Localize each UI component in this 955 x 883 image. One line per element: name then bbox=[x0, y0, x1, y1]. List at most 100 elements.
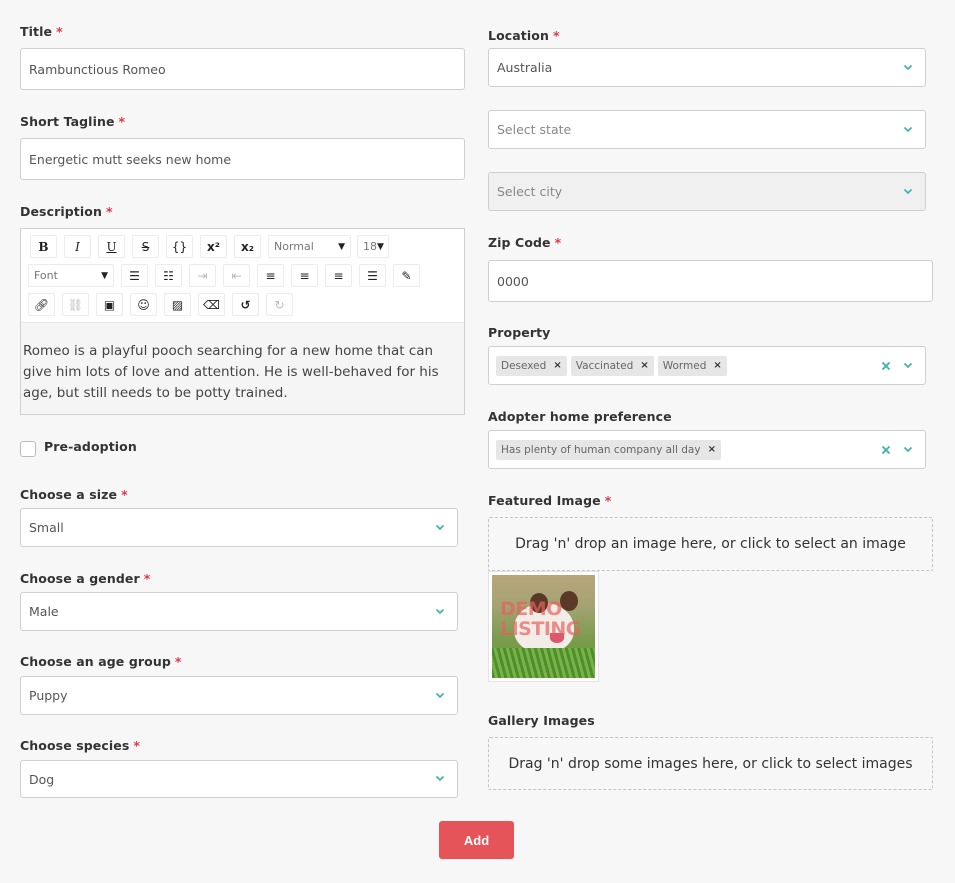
unlink-icon: ⛓ bbox=[67, 297, 84, 312]
species-label: Choose species * bbox=[20, 738, 141, 753]
chevron-down-icon[interactable] bbox=[903, 360, 913, 370]
property-multiselect[interactable]: Desexed × Vaccinated × Wormed × bbox=[488, 346, 926, 385]
remove-tag-icon[interactable]: × bbox=[553, 360, 561, 371]
chevron-down-icon bbox=[435, 690, 445, 700]
redo-button[interactable]: ↻ bbox=[266, 293, 293, 316]
pre-adoption-checkbox[interactable] bbox=[20, 441, 36, 457]
indent-button[interactable]: ⇥ bbox=[189, 264, 216, 287]
gender-select[interactable]: Male bbox=[20, 592, 458, 631]
align-left-icon: ≡ bbox=[265, 268, 276, 283]
chevron-down-icon bbox=[903, 124, 913, 134]
species-select[interactable]: Dog bbox=[20, 760, 458, 798]
add-button[interactable]: Add bbox=[439, 821, 514, 859]
puppy-image: DEMO LISTING bbox=[492, 575, 595, 678]
remove-tag-icon[interactable]: × bbox=[640, 360, 648, 371]
image-icon: ▨ bbox=[171, 297, 184, 312]
size-label: Choose a size * bbox=[20, 487, 128, 502]
color-picker-button[interactable]: ✎ bbox=[393, 264, 420, 287]
country-select[interactable]: Australia bbox=[488, 48, 926, 87]
gallery-images-label: Gallery Images bbox=[488, 713, 595, 728]
bold-button[interactable]: B bbox=[30, 235, 57, 258]
emoji-button[interactable]: ☺ bbox=[130, 293, 157, 316]
remove-tag-icon[interactable]: × bbox=[708, 444, 716, 455]
age-group-label: Choose an age group * bbox=[20, 654, 182, 669]
remove-format-button[interactable]: ⌫ bbox=[198, 293, 225, 316]
zip-label: Zip Code * bbox=[488, 235, 562, 250]
align-center-icon: ≡ bbox=[299, 268, 310, 283]
featured-image-label: Featured Image * bbox=[488, 493, 612, 508]
featured-image-dropzone[interactable]: Drag 'n' drop an image here, or click to… bbox=[488, 517, 933, 571]
outdent-button[interactable]: ⇤ bbox=[223, 264, 250, 287]
block-format-dropdown[interactable]: Normal ▼ bbox=[268, 235, 351, 258]
remove-tag-icon[interactable]: × bbox=[713, 360, 721, 371]
link-icon: 🔗︎ bbox=[33, 297, 50, 312]
undo-icon: ↺ bbox=[240, 297, 251, 312]
font-size-dropdown[interactable]: 18 ▼ bbox=[357, 235, 389, 258]
property-label: Property bbox=[488, 325, 551, 340]
embed-icon: ▣ bbox=[103, 297, 116, 312]
editor-toolbar: B I U S {} x² x₂ Normal ▼ 18 ▼ Font ▼ ☰ ☷ ⇥… bbox=[21, 229, 464, 323]
chevron-down-icon bbox=[435, 773, 445, 783]
property-tag: Wormed × bbox=[657, 355, 727, 376]
indent-icon: ⇥ bbox=[197, 268, 208, 283]
redo-icon: ↻ bbox=[274, 297, 285, 312]
gallery-images-dropzone[interactable]: Drag 'n' drop some images here, or click… bbox=[488, 737, 933, 790]
ordered-list-button[interactable]: ☷ bbox=[155, 264, 182, 287]
clear-icon[interactable] bbox=[881, 361, 891, 371]
state-select[interactable]: Select state bbox=[488, 110, 926, 149]
unlink-button[interactable]: ⛓ bbox=[62, 293, 89, 316]
underline-button[interactable]: U bbox=[98, 235, 125, 258]
location-label: Location * bbox=[488, 28, 560, 43]
size-select[interactable]: Small bbox=[20, 508, 458, 547]
chevron-down-icon bbox=[435, 606, 445, 616]
chevron-down-icon bbox=[903, 62, 913, 72]
italic-button[interactable]: I bbox=[64, 235, 91, 258]
zip-input[interactable]: 0000 bbox=[488, 260, 933, 302]
tagline-input[interactable]: Energetic mutt seeks new home bbox=[20, 138, 465, 180]
justify-button[interactable]: ☰ bbox=[359, 264, 386, 287]
outdent-icon: ⇤ bbox=[231, 268, 242, 283]
title-input[interactable]: Rambunctious Romeo bbox=[20, 48, 465, 90]
unordered-list-button[interactable]: ☰ bbox=[121, 264, 148, 287]
chevron-down-icon[interactable] bbox=[903, 444, 913, 454]
strikethrough-button[interactable]: S bbox=[132, 235, 159, 258]
featured-image-thumbnail[interactable]: DEMO LISTING bbox=[488, 571, 599, 682]
title-label: Title * bbox=[20, 24, 63, 39]
eraser-icon: ⌫ bbox=[203, 297, 220, 312]
age-group-select[interactable]: Puppy bbox=[20, 676, 458, 715]
superscript-button[interactable]: x² bbox=[200, 235, 227, 258]
description-label: Description * bbox=[20, 204, 113, 219]
numbered-list-icon: ☷ bbox=[163, 268, 174, 283]
watermark: DEMO LISTING bbox=[500, 598, 581, 640]
align-left-button[interactable]: ≡ bbox=[257, 264, 284, 287]
subscript-button[interactable]: x₂ bbox=[234, 235, 261, 258]
align-right-button[interactable]: ≡ bbox=[325, 264, 352, 287]
description-editor[interactable]: B I U S {} x² x₂ Normal ▼ 18 ▼ Font ▼ ☰ ☷ ⇥… bbox=[20, 228, 465, 415]
code-button[interactable]: {} bbox=[166, 235, 193, 258]
justify-icon: ☰ bbox=[367, 268, 378, 283]
home-preference-tag: Has plenty of human company all day × bbox=[496, 439, 721, 460]
caret-down-icon: ▼ bbox=[338, 241, 345, 252]
align-center-button[interactable]: ≡ bbox=[291, 264, 318, 287]
property-tag: Vaccinated × bbox=[570, 355, 654, 376]
align-right-icon: ≡ bbox=[333, 268, 344, 283]
property-tag: Desexed × bbox=[496, 355, 567, 376]
home-preference-multiselect[interactable]: Has plenty of human company all day × bbox=[488, 430, 926, 469]
caret-down-icon: ▼ bbox=[377, 241, 384, 252]
city-select[interactable]: Select city bbox=[488, 172, 926, 211]
chevron-down-icon bbox=[435, 522, 445, 532]
undo-button[interactable]: ↺ bbox=[232, 293, 259, 316]
bullet-list-icon: ☰ bbox=[129, 268, 140, 283]
embed-button[interactable]: ▣ bbox=[96, 293, 123, 316]
clear-icon[interactable] bbox=[881, 445, 891, 455]
home-preference-label: Adopter home preference bbox=[488, 409, 672, 424]
font-family-dropdown[interactable]: Font ▼ bbox=[28, 264, 114, 287]
pre-adoption-label: Pre-adoption bbox=[44, 439, 137, 454]
pencil-icon: ✎ bbox=[401, 268, 412, 283]
link-button[interactable]: 🔗︎ bbox=[28, 293, 55, 316]
tagline-label: Short Tagline * bbox=[20, 114, 126, 129]
description-content[interactable]: Romeo is a playful pooch searching for a… bbox=[21, 323, 464, 414]
smiley-icon: ☺ bbox=[137, 297, 150, 312]
image-button[interactable]: ▨ bbox=[164, 293, 191, 316]
chevron-down-icon bbox=[903, 186, 913, 196]
